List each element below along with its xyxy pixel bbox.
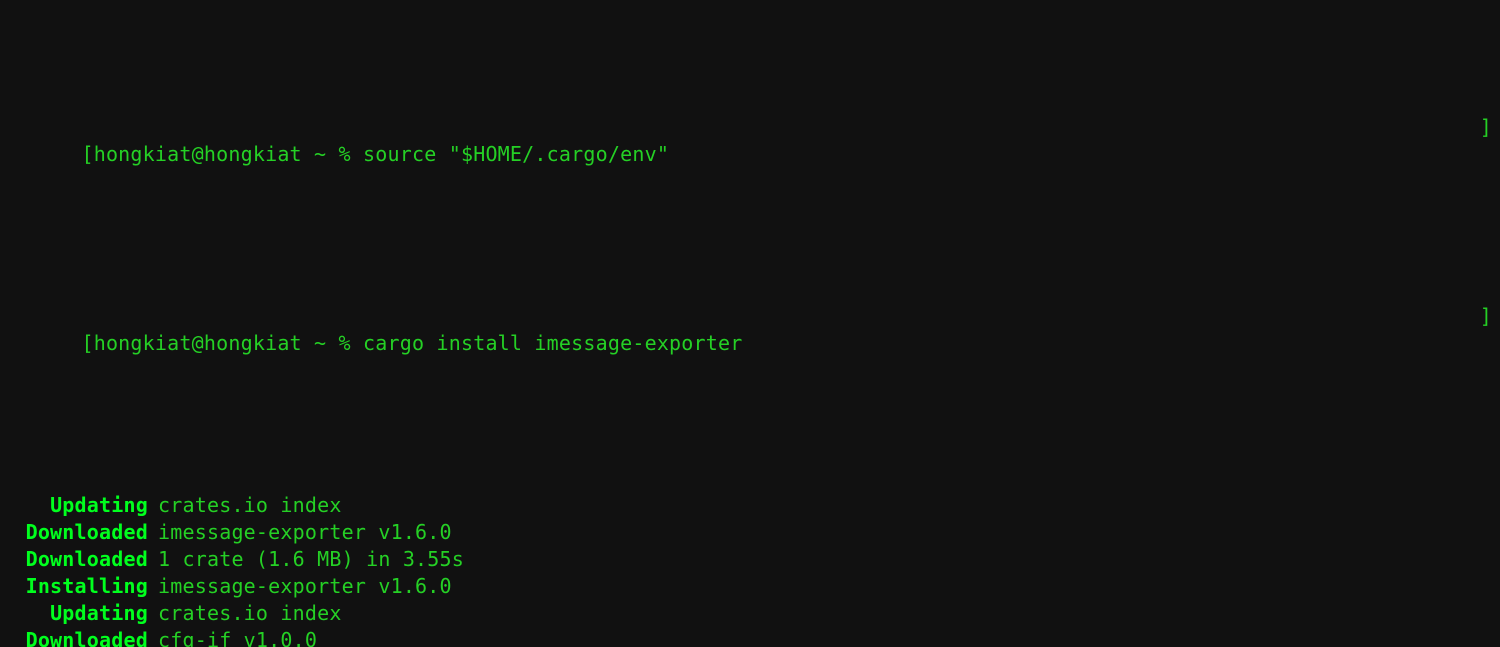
cwd-symbol: ~ % — [302, 331, 363, 355]
terminal-output[interactable]: [hongkiat@hongkiat ~ % source "$HOME/.ca… — [0, 0, 1500, 647]
status-desc: imessage-exporter v1.6.0 — [158, 574, 452, 598]
status-desc: crates.io index — [158, 601, 342, 625]
user-host: hongkiat@hongkiat — [94, 142, 302, 166]
cargo-output-block: Updatingcrates.io indexDownloadedimessag… — [8, 492, 1492, 647]
output-line: Downloadedcfg-if v1.0.0 — [8, 627, 1492, 647]
status-word: Downloaded — [8, 546, 158, 573]
status-desc: imessage-exporter v1.6.0 — [158, 520, 452, 544]
status-word: Updating — [8, 600, 158, 627]
status-word: Downloaded — [8, 627, 158, 647]
output-line: Downloaded1 crate (1.6 MB) in 3.55s — [8, 546, 1492, 573]
status-word: Downloaded — [8, 519, 158, 546]
close-bracket: ] — [1480, 114, 1492, 195]
close-bracket: ] — [1480, 303, 1492, 384]
output-line: Updatingcrates.io index — [8, 492, 1492, 519]
user-host: hongkiat@hongkiat — [94, 331, 302, 355]
output-line: Installingimessage-exporter v1.6.0 — [8, 573, 1492, 600]
prompt-line: [hongkiat@hongkiat ~ % cargo install ime… — [8, 303, 1492, 384]
command-text: source "$HOME/.cargo/env" — [363, 142, 669, 166]
status-desc: crates.io index — [158, 493, 342, 517]
output-line: Downloadedimessage-exporter v1.6.0 — [8, 519, 1492, 546]
status-word: Installing — [8, 573, 158, 600]
output-line: Updatingcrates.io index — [8, 600, 1492, 627]
status-word: Updating — [8, 492, 158, 519]
open-bracket: [ — [81, 142, 93, 166]
prompt-line: [hongkiat@hongkiat ~ % source "$HOME/.ca… — [8, 114, 1492, 195]
open-bracket: [ — [81, 331, 93, 355]
cwd-symbol: ~ % — [302, 142, 363, 166]
command-text: cargo install imessage-exporter — [363, 331, 742, 355]
status-desc: 1 crate (1.6 MB) in 3.55s — [158, 547, 464, 571]
status-desc: cfg-if v1.0.0 — [158, 628, 317, 647]
